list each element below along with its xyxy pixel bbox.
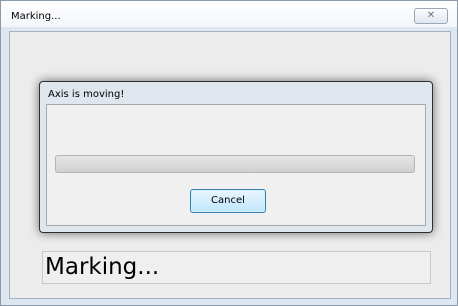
marking-window: Marking... ✕ Marking... Axis is moving! … xyxy=(0,0,458,306)
cancel-button-label: Cancel xyxy=(211,195,245,206)
dialog-body: Cancel xyxy=(46,104,426,226)
axis-moving-dialog: Axis is moving! Cancel xyxy=(39,81,433,233)
progress-bar xyxy=(55,155,415,173)
cancel-button[interactable]: Cancel xyxy=(190,189,266,213)
dialog-title: Axis is moving! xyxy=(48,89,125,100)
window-title: Marking... xyxy=(11,11,61,22)
close-icon: ✕ xyxy=(426,10,436,21)
status-text-box: Marking... xyxy=(42,251,431,284)
title-bar[interactable]: Marking... ✕ xyxy=(1,1,457,27)
close-button[interactable]: ✕ xyxy=(414,8,448,24)
